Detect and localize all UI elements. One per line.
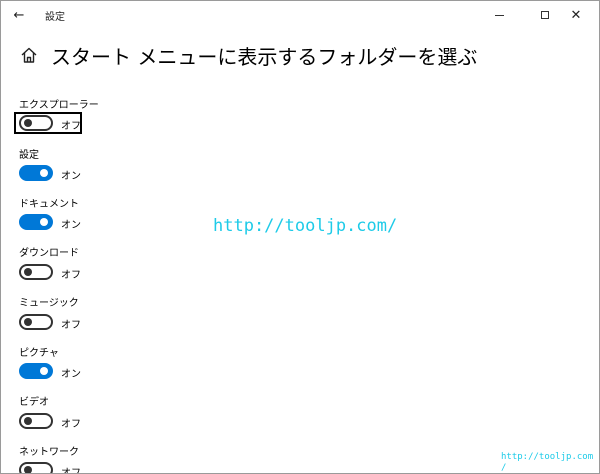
toggle-music[interactable] bbox=[19, 314, 53, 330]
toggle-state-settings: オン bbox=[61, 171, 81, 182]
toggle-videos[interactable] bbox=[19, 413, 53, 429]
setting-label-network: ネットワーク bbox=[19, 447, 79, 458]
back-button[interactable]: ← bbox=[1, 1, 37, 29]
minimize-button[interactable] bbox=[476, 1, 522, 29]
toggle-knob bbox=[24, 417, 32, 425]
toggle-knob bbox=[24, 119, 32, 127]
toggle-state-music: オフ bbox=[61, 320, 81, 331]
toggle-knob bbox=[24, 466, 32, 473]
watermark-url: http://tooljp.com/ bbox=[213, 216, 398, 236]
watermark-corner-line2: / bbox=[501, 463, 507, 473]
maximize-icon bbox=[541, 11, 549, 19]
toggle-state-documents: オン bbox=[61, 220, 81, 231]
setting-label-documents: ドキュメント bbox=[19, 199, 79, 210]
toggle-state-pictures: オン bbox=[61, 369, 81, 380]
toggle-state-explorer: オフ bbox=[61, 121, 81, 132]
settings-window: ← 設定 ✕ スタート メニューに表示するフォルダーを選ぶ エクスプローラー オ… bbox=[0, 0, 600, 474]
toggle-explorer[interactable] bbox=[19, 115, 53, 131]
watermark-corner-url: http://tooljp.com / bbox=[501, 452, 594, 473]
close-icon: ✕ bbox=[570, 7, 582, 23]
setting-label-videos: ビデオ bbox=[19, 397, 49, 408]
close-button[interactable]: ✕ bbox=[553, 1, 599, 29]
toggle-knob bbox=[24, 318, 32, 326]
title-bar: ← 設定 ✕ bbox=[1, 1, 599, 29]
toggle-documents[interactable] bbox=[19, 214, 53, 230]
minimize-icon bbox=[494, 14, 504, 16]
toggle-pictures[interactable] bbox=[19, 363, 53, 379]
page-title: スタート メニューに表示するフォルダーを選ぶ bbox=[51, 45, 478, 69]
toggle-state-downloads: オフ bbox=[61, 270, 81, 281]
back-arrow-icon: ← bbox=[13, 7, 25, 23]
toggle-network[interactable] bbox=[19, 462, 53, 473]
setting-label-downloads: ダウンロード bbox=[19, 248, 79, 259]
toggle-knob bbox=[40, 218, 48, 226]
toggle-state-videos: オフ bbox=[61, 419, 81, 430]
toggle-state-network: オフ bbox=[61, 468, 81, 474]
watermark-corner-line1: http://tooljp.com bbox=[501, 452, 594, 462]
setting-label-music: ミュージック bbox=[19, 298, 79, 309]
setting-label-settings: 設定 bbox=[19, 150, 39, 161]
toggle-knob bbox=[40, 367, 48, 375]
setting-label-pictures: ピクチャ bbox=[19, 348, 59, 359]
home-icon[interactable] bbox=[19, 45, 39, 65]
window-title: 設定 bbox=[45, 12, 65, 23]
toggle-downloads[interactable] bbox=[19, 264, 53, 280]
toggle-knob bbox=[40, 169, 48, 177]
toggle-settings[interactable] bbox=[19, 165, 53, 181]
setting-label-explorer: エクスプローラー bbox=[19, 100, 99, 111]
toggle-knob bbox=[24, 268, 32, 276]
